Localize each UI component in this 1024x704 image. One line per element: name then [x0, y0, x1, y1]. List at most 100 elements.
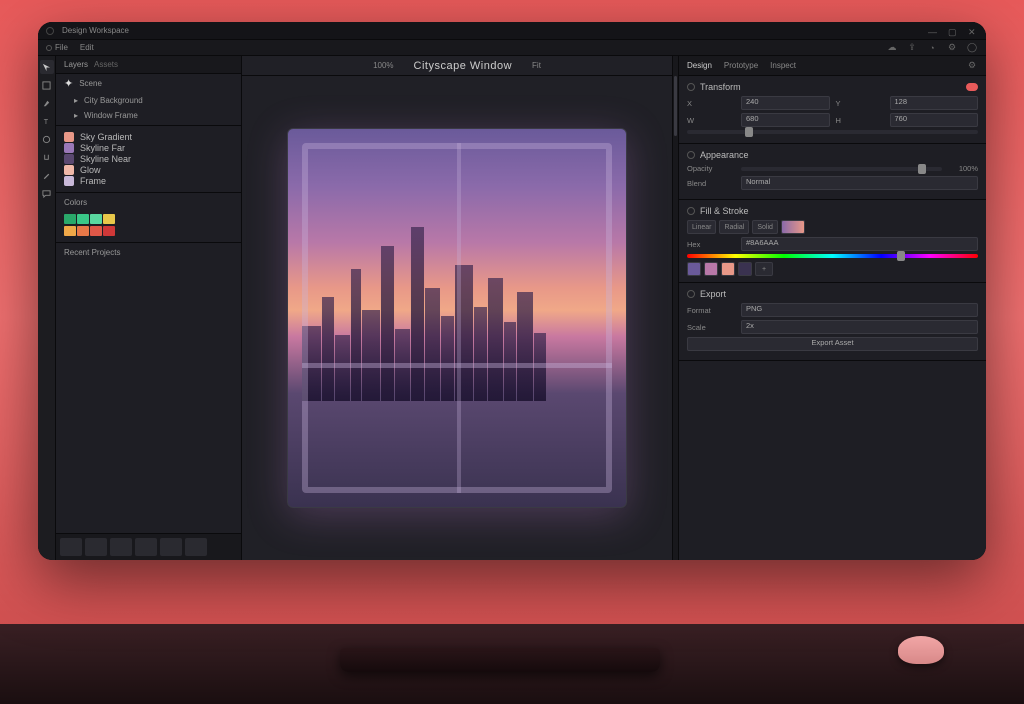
disc-icon [687, 207, 695, 215]
tool-strip: T [38, 56, 56, 560]
project-thumb[interactable] [110, 538, 132, 556]
rotation-slider[interactable] [687, 130, 978, 134]
layer-group-frame[interactable]: ▸ Window Frame [56, 108, 241, 123]
fill-chip-solid[interactable]: Solid [752, 220, 778, 234]
fill-chip-linear[interactable]: Linear [687, 220, 716, 234]
field-label: H [836, 116, 884, 125]
project-thumb[interactable] [185, 538, 207, 556]
move-tool[interactable] [40, 60, 54, 74]
swatch-chip[interactable] [721, 262, 735, 276]
zoom-fit[interactable]: Fit [524, 59, 549, 72]
scale-select[interactable]: 2x [741, 320, 978, 334]
hex-label: Hex [687, 240, 735, 249]
layer-label: Scene [79, 79, 102, 88]
menu-edit[interactable]: Edit [80, 43, 94, 52]
share-icon[interactable]: ⇪ [906, 42, 918, 54]
color-swatch[interactable] [77, 226, 89, 236]
hand-tool[interactable] [40, 150, 54, 164]
add-swatch-icon[interactable]: + [755, 262, 773, 276]
layer-item[interactable]: Sky Gradient [64, 132, 233, 142]
appearance-section: Appearance Opacity 100% Blend Normal [679, 144, 986, 200]
recent-header: Recent Projects [56, 245, 241, 260]
tab-inspect[interactable]: Inspect [770, 61, 796, 70]
canvas-area[interactable] [242, 76, 672, 560]
layer-item[interactable]: Skyline Near [64, 154, 233, 164]
menubar: File Edit ☁ ⇪ ◔ ⚙ ◯ [38, 40, 986, 56]
panel-settings-icon[interactable]: ⚙ [966, 60, 978, 72]
color-swatch[interactable] [64, 214, 76, 224]
chevron-right-icon: ▸ [74, 111, 78, 120]
layer-label: Skyline Far [80, 143, 125, 153]
bell-icon[interactable]: ◔ [926, 42, 938, 54]
window-control-icon[interactable] [46, 27, 54, 35]
canvas-header: 100% Cityscape Window Fit [242, 56, 672, 76]
x-input[interactable]: 240 [741, 96, 830, 110]
pen-tool[interactable] [40, 96, 54, 110]
disc-icon [687, 83, 695, 91]
artwork-preview[interactable] [287, 128, 627, 508]
scrollbar-thumb[interactable] [674, 76, 677, 136]
fill-section: Fill & Stroke Linear Radial Solid Hex #8… [679, 200, 986, 283]
color-swatch[interactable] [90, 214, 102, 224]
color-swatch[interactable] [103, 226, 115, 236]
left-panel: Layers Assets ✦ Scene ▸ City Background … [56, 56, 242, 560]
recent-label: Recent Projects [64, 248, 120, 257]
color-swatch[interactable] [64, 226, 76, 236]
layer-item[interactable]: Frame [64, 176, 233, 186]
svg-text:T: T [44, 117, 49, 126]
project-thumb[interactable] [85, 538, 107, 556]
project-thumb[interactable] [60, 538, 82, 556]
color-swatch[interactable] [90, 226, 102, 236]
eyedropper-tool[interactable] [40, 168, 54, 182]
layer-item[interactable]: Skyline Far [64, 143, 233, 153]
project-thumb[interactable] [135, 538, 157, 556]
field-label: X [687, 99, 735, 108]
document-title: Cityscape Window [414, 60, 512, 72]
layer-label: Glow [80, 165, 101, 175]
blend-select[interactable]: Normal [741, 176, 978, 190]
fill-chip-radial[interactable]: Radial [719, 220, 749, 234]
layer-group-bg[interactable]: ▸ City Background [56, 93, 241, 108]
export-button[interactable]: Export Asset [687, 337, 978, 351]
section-toggle[interactable] [966, 83, 978, 91]
layer-label: City Background [84, 96, 143, 105]
project-thumb[interactable] [160, 538, 182, 556]
avatar-icon[interactable]: ◯ [966, 42, 978, 54]
opacity-slider[interactable] [741, 167, 942, 171]
color-swatch[interactable] [77, 214, 89, 224]
titlebar: Design Workspace — ▢ ✕ [38, 22, 986, 40]
hue-slider[interactable] [687, 254, 978, 258]
swatch-chip[interactable] [704, 262, 718, 276]
shape-tool[interactable] [40, 132, 54, 146]
w-input[interactable]: 680 [741, 113, 830, 127]
hex-input[interactable]: #8A6AAA [741, 237, 978, 251]
fill-preview[interactable] [781, 220, 805, 234]
maximize-icon[interactable]: ▢ [948, 27, 958, 35]
fill-type-chips: Linear Radial Solid [687, 220, 978, 234]
cloud-icon[interactable]: ☁ [886, 42, 898, 54]
tab-assets[interactable]: Assets [94, 60, 118, 69]
settings-icon[interactable]: ⚙ [946, 42, 958, 54]
frame-tool[interactable] [40, 78, 54, 92]
color-swatch[interactable] [103, 214, 115, 224]
opacity-label: Opacity [687, 164, 735, 173]
format-select[interactable]: PNG [741, 303, 978, 317]
layer-item[interactable]: Glow [64, 165, 233, 175]
swatch-chip[interactable] [738, 262, 752, 276]
swatch-chip[interactable] [687, 262, 701, 276]
monitor-frame: Design Workspace — ▢ ✕ File Edit ☁ ⇪ ◔ ⚙… [38, 22, 986, 560]
h-input[interactable]: 760 [890, 113, 979, 127]
minimize-icon[interactable]: — [928, 27, 938, 35]
y-input[interactable]: 128 [890, 96, 979, 110]
scale-label: Scale [687, 323, 735, 332]
layer-group-scene[interactable]: ✦ Scene [56, 74, 241, 93]
tab-prototype[interactable]: Prototype [724, 61, 758, 70]
menu-file[interactable]: File [46, 43, 68, 52]
comment-tool[interactable] [40, 186, 54, 200]
tab-layers[interactable]: Layers [64, 60, 88, 69]
text-tool[interactable]: T [40, 114, 54, 128]
zoom-level[interactable]: 100% [365, 59, 401, 72]
tab-design[interactable]: Design [687, 61, 712, 70]
palette-title: Colors [64, 198, 87, 207]
close-icon[interactable]: ✕ [968, 27, 978, 35]
